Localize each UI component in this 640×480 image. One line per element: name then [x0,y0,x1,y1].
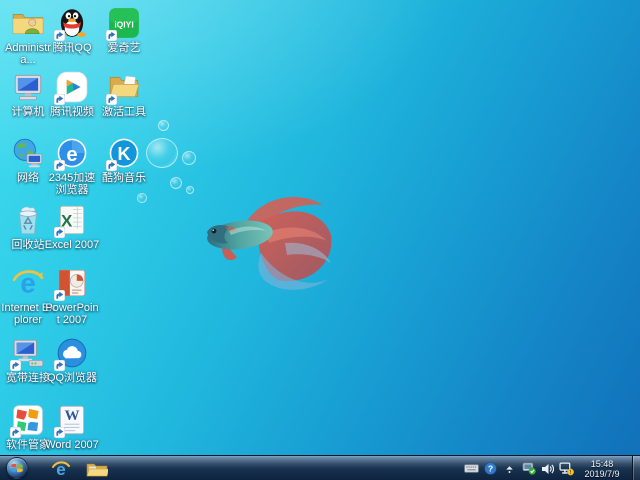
open-folder-icon [107,70,141,104]
broadband-icon [11,336,45,370]
desktop-icon-label: 激活工具 [96,106,152,118]
show-hidden-icons-button[interactable] [502,460,517,478]
iqiyi-icon: iQIYI [107,6,141,40]
kugou-icon: K [107,136,141,170]
shortcut-arrow-icon [106,94,117,105]
computer-icon [11,70,45,104]
betta-fish [195,183,335,293]
bubble [158,120,169,131]
bubble [182,151,196,165]
desktop-icon-tencent-video[interactable]: 腾讯视频 [44,70,100,118]
desktop-icon-label: PowerPoint 2007 [44,302,100,326]
shortcut-arrow-icon [54,227,65,238]
shortcut-arrow-icon [54,290,65,301]
software-manager-icon [11,403,45,437]
bubble [186,186,194,194]
tencent-video-icon [55,70,89,104]
powerpoint-icon [55,266,89,300]
svg-text:?: ? [488,463,493,473]
desktop: Administra... 腾讯QQ iQIYI [0,0,640,480]
volume-icon[interactable] [540,460,555,478]
shortcut-arrow-icon [54,94,65,105]
clock-date: 2019/7/9 [580,469,624,479]
excel-icon: X [55,203,89,237]
folder-icon [86,460,108,478]
start-button[interactable] [6,457,28,479]
shortcut-arrow-icon [106,30,117,41]
desktop-icon-label: 2345加速浏览器 [44,172,100,196]
user-folder-icon [11,6,45,40]
svg-text:e: e [66,144,77,166]
desktop-icon-excel-2007[interactable]: X Excel 2007 [44,203,100,251]
desktop-icon-label: 腾讯视频 [44,106,100,118]
taskbar-clock[interactable]: 15:48 2019/7/9 [578,459,626,479]
network-globe-icon [11,136,45,170]
desktop-icon-label: 腾讯QQ [44,42,100,54]
desktop-icon-2345-browser[interactable]: e 2345加速浏览器 [44,136,100,196]
svg-text:iQIYI: iQIYI [114,19,133,29]
desktop-icon-tencent-qq[interactable]: 腾讯QQ [44,6,100,54]
desktop-icon-label: Excel 2007 [44,239,100,251]
taskbar-explorer-button[interactable] [80,456,114,480]
clock-time: 15:48 [580,459,624,469]
network-warning-icon[interactable]: ! [559,460,574,478]
bubble [137,193,147,203]
2345-browser-icon: e [55,136,89,170]
desktop-icon-word-2007[interactable]: W Word 2007 [44,403,100,451]
desktop-icon-label: 酷狗音乐 [96,172,152,184]
shortcut-arrow-icon [10,360,21,371]
desktop-icon-label: Word 2007 [44,439,100,451]
taskbar: e ? [0,455,640,480]
shortcut-arrow-icon [54,160,65,171]
desktop-icon-kugou-music[interactable]: K 酷狗音乐 [96,136,152,184]
help-icon[interactable]: ? [483,460,498,478]
taskbar-internet-explorer-button[interactable]: e [44,456,78,480]
desktop-icon-label: QQ浏览器 [44,372,100,384]
word-icon: W [55,403,89,437]
shortcut-arrow-icon [54,427,65,438]
input-keyboard-icon[interactable] [464,460,479,478]
svg-text:K: K [117,144,130,164]
desktop-icon-label: 爱奇艺 [96,42,152,54]
svg-text:!: ! [570,470,572,476]
qq-penguin-icon [55,6,89,40]
qq-browser-icon [55,336,89,370]
shortcut-arrow-icon [54,360,65,371]
recycle-bin-icon [11,203,45,237]
desktop-icon-qq-browser[interactable]: QQ浏览器 [44,336,100,384]
desktop-icon-activation-tools[interactable]: 激活工具 [96,70,152,118]
show-desktop-button[interactable] [632,456,640,480]
desktop-icon-powerpoint-2007[interactable]: PowerPoint 2007 [44,266,100,326]
security-check-icon[interactable] [521,460,536,478]
bubble [170,177,182,189]
svg-text:W: W [65,408,80,424]
internet-explorer-icon: e [51,459,71,479]
shortcut-arrow-icon [106,160,117,171]
shortcut-arrow-icon [54,30,65,41]
internet-explorer-icon: e [11,266,45,300]
system-tray: ? [464,456,640,480]
shortcut-arrow-icon [10,427,21,438]
windows-logo-icon [10,461,24,475]
desktop-icon-iqiyi[interactable]: iQIYI 爱奇艺 [96,6,152,54]
